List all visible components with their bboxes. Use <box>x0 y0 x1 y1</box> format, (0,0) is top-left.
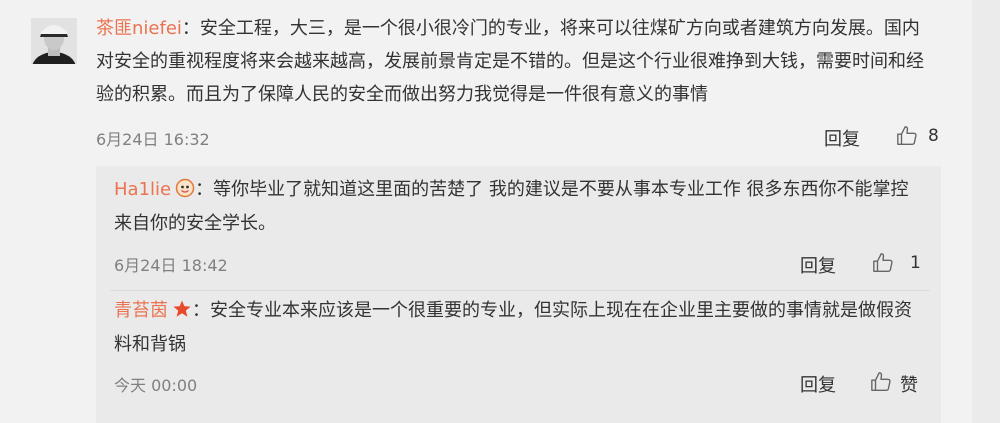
reply-list: Ha1lie ：等你毕业了就知道这里面的苦楚了 我的建议是不要从事本专业工作 很多… <box>96 166 941 423</box>
thumbs-up-icon[interactable] <box>870 371 892 393</box>
reply-text: 等你毕业了就知道这里面的苦楚了 我的建议是不要从事本专业工作 很多东西你不能掌控… <box>114 179 909 234</box>
page-right-edge <box>972 0 1000 423</box>
reply-divider <box>110 290 930 291</box>
comment-item: 茶匪niefei：安全工程，大三，是一个很小很冷门的专业，将来可以往煤矿方向或者… <box>0 0 972 423</box>
star-badge-icon <box>173 300 191 317</box>
avatar-image <box>31 18 77 64</box>
reply-separator: ： <box>195 179 214 200</box>
reply-reply-button[interactable]: 回复 <box>800 252 836 278</box>
reply-like-count: 1 <box>910 253 921 273</box>
comment-username[interactable]: 茶匪niefei <box>96 18 182 39</box>
reply-separator: ： <box>192 300 210 321</box>
comment-like-count: 8 <box>928 126 939 146</box>
comment-time: 6月24日 16:32 <box>96 130 210 149</box>
thumbs-up-icon[interactable] <box>896 125 918 147</box>
reply-reply-button[interactable]: 回复 <box>800 371 836 397</box>
comment-text: 安全工程，大三，是一个很小很冷门的专业，将来可以往煤矿方向或者建筑方向发展。国内… <box>96 18 924 105</box>
reply-time: 6月24日 18:42 <box>114 256 228 275</box>
reply-body: 青苔茵 ：安全专业本来应该是一个很重要的专业，但实际上现在在企业里主要做的事情就是… <box>114 294 924 362</box>
comment-reply-button[interactable]: 回复 <box>824 125 860 151</box>
thumbs-up-icon[interactable] <box>872 252 894 274</box>
avatar[interactable] <box>31 18 77 64</box>
reply-time: 今天 00:00 <box>114 376 198 395</box>
reply-like-label[interactable]: 赞 <box>900 371 918 397</box>
reply-text: 安全专业本来应该是一个很重要的专业，但实际上现在在企业里主要做的事情就是做假资料… <box>114 300 912 355</box>
reply-username[interactable]: 青苔茵 <box>114 300 168 321</box>
reply-username[interactable]: Ha1lie <box>114 179 171 200</box>
reply-body: Ha1lie ：等你毕业了就知道这里面的苦楚了 我的建议是不要从事本专业工作 很多… <box>114 173 924 241</box>
comment-separator: ： <box>181 18 200 39</box>
user-badge-icon <box>175 178 195 198</box>
comment-body: 茶匪niefei：安全工程，大三，是一个很小很冷门的专业，将来可以往煤矿方向或者… <box>96 12 936 111</box>
